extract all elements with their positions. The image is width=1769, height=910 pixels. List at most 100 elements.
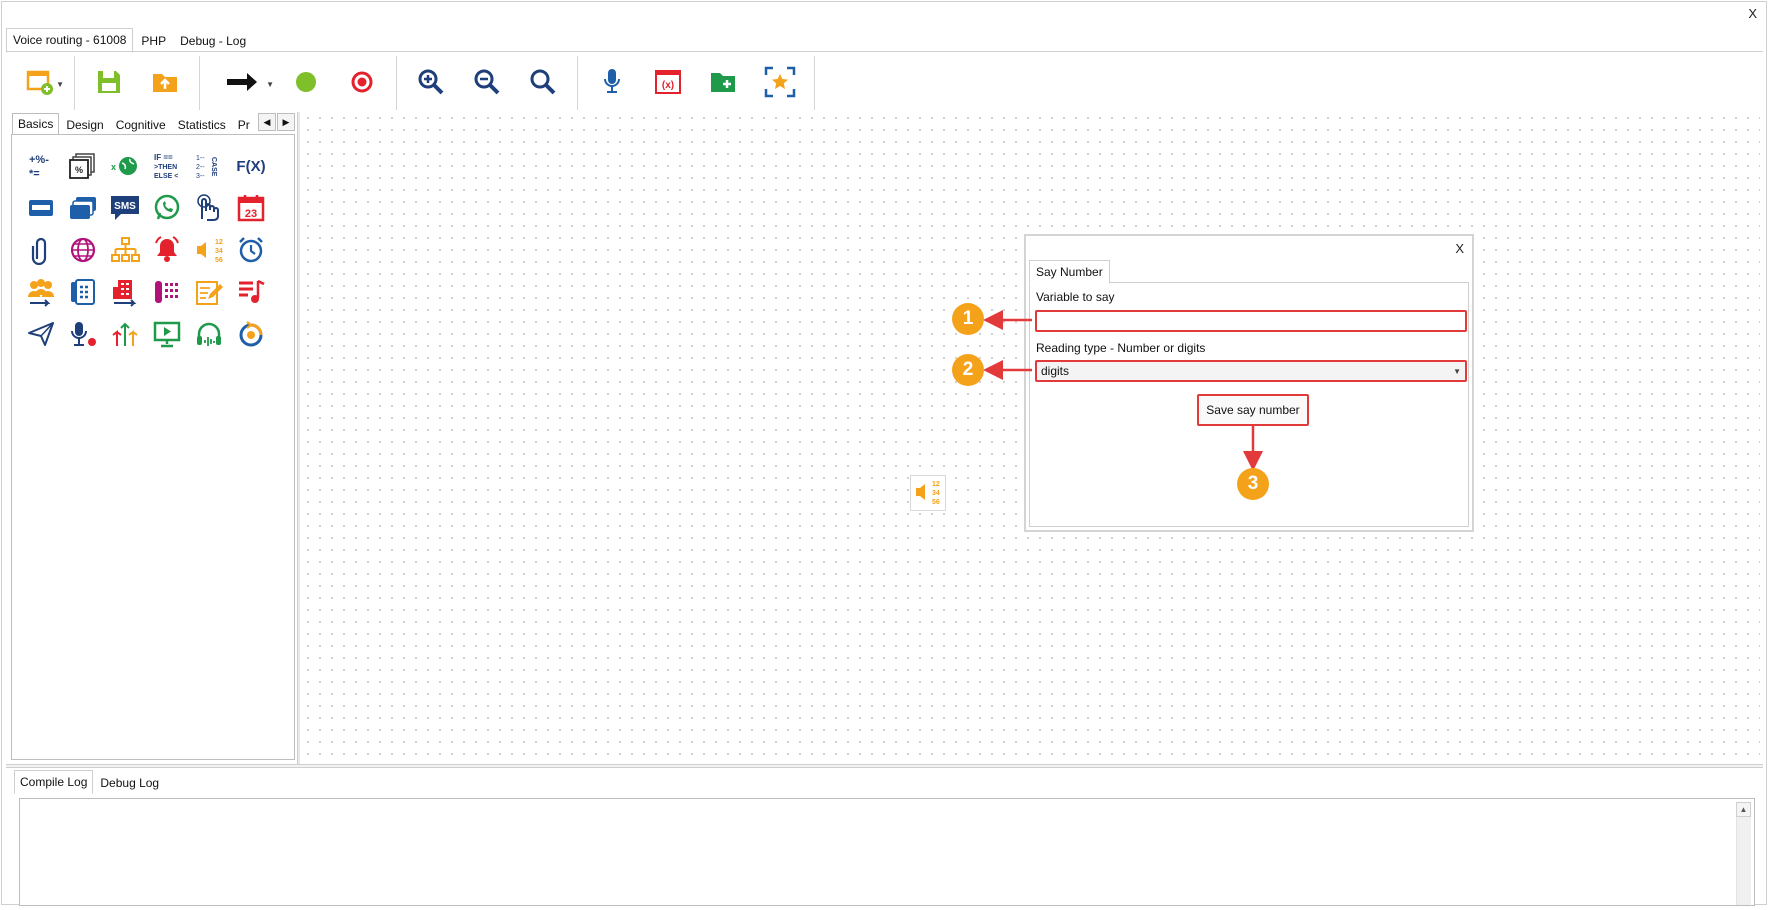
sms-icon[interactable]: SMS bbox=[104, 187, 146, 229]
chevron-down-icon[interactable]: ▼ bbox=[56, 80, 64, 89]
zoom-out-button[interactable] bbox=[459, 56, 515, 110]
palette-tab-cognitive[interactable]: Cognitive bbox=[111, 115, 171, 136]
palette-tab-basics[interactable]: Basics bbox=[12, 113, 60, 136]
vertical-scrollbar[interactable] bbox=[1736, 817, 1751, 905]
cards-icon[interactable] bbox=[62, 187, 104, 229]
palette-next-button[interactable]: ▶ bbox=[277, 113, 295, 131]
palette-prev-button[interactable]: ◀ bbox=[258, 113, 276, 131]
music-list-icon[interactable] bbox=[230, 271, 272, 313]
microphone-button[interactable] bbox=[584, 56, 640, 110]
send-icon[interactable] bbox=[20, 313, 62, 355]
tab-voice-routing[interactable]: Voice routing - 61008 bbox=[6, 28, 134, 53]
variables-button[interactable]: (x) bbox=[640, 56, 696, 110]
palette-tab-design[interactable]: Design bbox=[61, 115, 108, 136]
split-arrows-icon[interactable] bbox=[104, 313, 146, 355]
save-button[interactable] bbox=[81, 56, 137, 110]
connector-button[interactable]: ▼ bbox=[206, 56, 278, 110]
sms-label: SMS bbox=[114, 201, 136, 212]
svg-text:2--: 2-- bbox=[196, 164, 205, 171]
palette-tab-more[interactable]: Pr bbox=[233, 115, 253, 136]
window-close-button[interactable]: X bbox=[1748, 6, 1757, 21]
record-mic-icon[interactable] bbox=[62, 313, 104, 355]
card-icon[interactable] bbox=[20, 187, 62, 229]
svg-text:(x): (x) bbox=[662, 80, 674, 91]
save-say-number-button[interactable]: Save say number bbox=[1197, 394, 1309, 426]
palette-tab-statistics[interactable]: Statistics bbox=[173, 115, 231, 136]
svg-text:%: % bbox=[75, 165, 83, 175]
focus-button[interactable] bbox=[752, 56, 808, 110]
tab-php[interactable]: PHP bbox=[135, 30, 172, 53]
vertical-splitter[interactable] bbox=[297, 112, 300, 764]
svg-text:1--: 1-- bbox=[196, 155, 205, 162]
tab-debug-log[interactable]: Debug - Log bbox=[174, 30, 252, 53]
svg-text:*=: *= bbox=[29, 168, 40, 180]
globe-variable-icon[interactable]: x bbox=[104, 145, 146, 187]
headset-icon[interactable] bbox=[188, 313, 230, 355]
upload-button[interactable] bbox=[137, 56, 193, 110]
case-icon[interactable]: 1-- 2-- 3-- CASE bbox=[188, 145, 230, 187]
phone-book-icon[interactable] bbox=[62, 271, 104, 313]
start-button[interactable] bbox=[278, 56, 334, 110]
attachment-icon[interactable] bbox=[20, 229, 62, 271]
svg-text:CASE: CASE bbox=[210, 157, 217, 177]
toolbar-separator bbox=[577, 56, 578, 110]
upload-icon bbox=[151, 68, 179, 99]
alarm-bell-icon[interactable] bbox=[146, 229, 188, 271]
keypad-icon[interactable] bbox=[146, 271, 188, 313]
if-then-else-icon[interactable]: IF == >THEN ELSE < bbox=[146, 145, 188, 187]
variable-input[interactable] bbox=[1035, 310, 1467, 332]
function-icon[interactable]: F(X) bbox=[230, 145, 272, 187]
svg-text:12: 12 bbox=[215, 239, 223, 246]
svg-text:IF ==: IF == bbox=[154, 153, 173, 162]
svg-text:3--: 3-- bbox=[196, 173, 205, 180]
whatsapp-icon[interactable] bbox=[146, 187, 188, 229]
dialog-close-button[interactable]: X bbox=[1455, 241, 1464, 256]
chevron-down-icon: ▼ bbox=[1453, 366, 1461, 376]
tab-debug-log-panel[interactable]: Debug Log bbox=[95, 772, 164, 794]
stop-button[interactable] bbox=[334, 56, 390, 110]
microphone-icon bbox=[600, 67, 624, 100]
document-tabs: Voice routing - 61008 PHP Debug - Log bbox=[6, 28, 254, 53]
reading-type-value: digits bbox=[1041, 364, 1070, 378]
svg-text:>THEN: >THEN bbox=[154, 164, 177, 171]
zoom-in-icon bbox=[417, 68, 445, 99]
callout-3: 3 bbox=[1237, 468, 1269, 500]
scroll-up-button[interactable]: ▲ bbox=[1736, 802, 1751, 817]
callout-2: 2 bbox=[952, 354, 984, 386]
toolbar-separator bbox=[74, 56, 75, 110]
zoom-fit-icon bbox=[529, 68, 557, 99]
toolbar: ▼ ▼ (x) bbox=[12, 56, 821, 110]
say-number-node[interactable]: 12 34 56 bbox=[910, 475, 946, 511]
tab-say-number[interactable]: Say Number bbox=[1029, 260, 1110, 284]
log-tabs: Compile Log Debug Log bbox=[14, 770, 166, 794]
loop-icon[interactable] bbox=[230, 313, 272, 355]
clock-icon[interactable] bbox=[230, 229, 272, 271]
say-number-icon[interactable]: 12 34 56 bbox=[188, 229, 230, 271]
new-button[interactable]: ▼ bbox=[12, 56, 68, 110]
screen-play-icon[interactable] bbox=[146, 313, 188, 355]
calendar-icon[interactable]: 23 bbox=[230, 187, 272, 229]
percent-stack-icon[interactable]: % bbox=[62, 145, 104, 187]
say-number-icon: 12 34 56 bbox=[913, 477, 943, 510]
reading-type-label: Reading type - Number or digits bbox=[1036, 341, 1206, 355]
add-folder-button[interactable] bbox=[696, 56, 752, 110]
chevron-down-icon[interactable]: ▼ bbox=[266, 80, 274, 89]
tab-compile-log[interactable]: Compile Log bbox=[14, 770, 94, 794]
note-edit-icon[interactable] bbox=[188, 271, 230, 313]
web-icon[interactable] bbox=[62, 229, 104, 271]
log-output[interactable]: ▲ bbox=[19, 798, 1755, 906]
zoom-in-button[interactable] bbox=[403, 56, 459, 110]
reading-type-select[interactable]: digits ▼ bbox=[1035, 360, 1467, 382]
callout-1: 1 bbox=[952, 303, 984, 335]
variables-icon: (x) bbox=[653, 68, 683, 99]
horizontal-splitter[interactable] bbox=[6, 764, 1763, 768]
math-icon[interactable]: +%- *= bbox=[20, 145, 62, 187]
building-transfer-icon[interactable] bbox=[104, 271, 146, 313]
dtmf-hand-icon[interactable] bbox=[188, 187, 230, 229]
stop-icon bbox=[351, 71, 373, 96]
calendar-label: 23 bbox=[245, 208, 257, 220]
zoom-fit-button[interactable] bbox=[515, 56, 571, 110]
hierarchy-icon[interactable] bbox=[104, 229, 146, 271]
queue-agents-icon[interactable] bbox=[20, 271, 62, 313]
zoom-out-icon bbox=[473, 68, 501, 99]
